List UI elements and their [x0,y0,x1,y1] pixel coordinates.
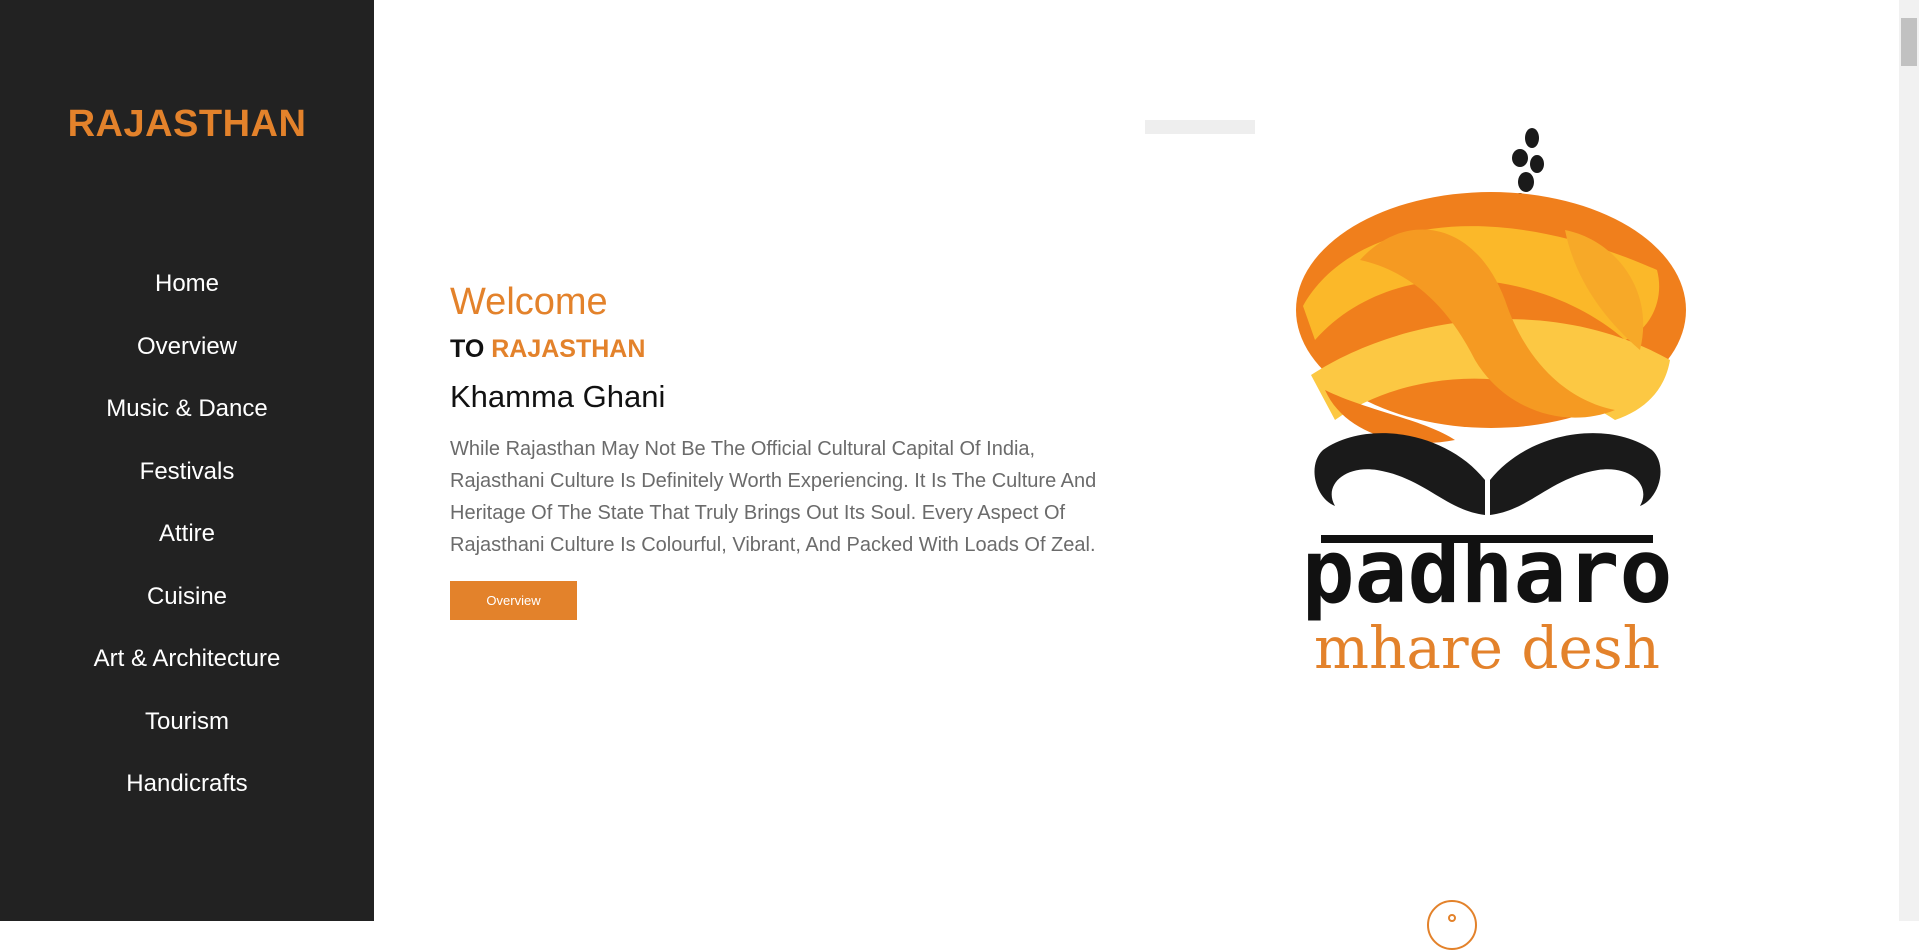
logo-top-bar [1145,120,1255,134]
hero-state: RAJASTHAN [491,335,646,363]
nav-item-music-dance[interactable]: Music & Dance [0,383,374,446]
turban-mustache-logo-image: padharo mhare desh [1145,120,1686,680]
sidebar-nav: Home Overview Music & Dance Festivals At… [0,258,374,821]
nav-item-festivals[interactable]: Festivals [0,446,374,509]
nav-item-handicrafts[interactable]: Handicrafts [0,758,374,821]
hero-section: Welcome TO RAJASTHAN Khamma Ghani While … [450,275,1130,620]
sidebar: RAJASTHAN Home Overview Music & Dance Fe… [0,0,374,921]
hero-greeting: Khamma Ghani [450,379,666,414]
hero-to: TO [450,335,485,363]
nav-item-home[interactable]: Home [0,258,374,321]
nav-item-attire[interactable]: Attire [0,508,374,571]
hero-welcome: Welcome [450,281,608,323]
turban [1296,192,1686,443]
brand-title[interactable]: RAJASTHAN [0,100,374,148]
scroll-down-icon[interactable] [1427,900,1477,950]
nav-item-cuisine[interactable]: Cuisine [0,571,374,634]
logo-line2: mhare desh [1314,614,1660,680]
nav-item-art-architecture[interactable]: Art & Architecture [0,633,374,696]
logo-headline-bar [1321,535,1653,543]
scrollbar-thumb[interactable] [1901,18,1917,66]
page-scrollbar[interactable] [1899,0,1919,921]
nav-item-tourism[interactable]: Tourism [0,696,374,759]
nav-item-overview[interactable]: Overview [0,321,374,384]
mustache [1314,433,1661,515]
padharo-logo: padharo mhare desh [1145,120,1705,680]
overview-button[interactable]: Overview [450,581,577,620]
hero-paragraph: While Rajasthan May Not Be The Official … [450,438,1097,556]
hero-subtitle: TO RAJASTHAN [450,333,1130,365]
